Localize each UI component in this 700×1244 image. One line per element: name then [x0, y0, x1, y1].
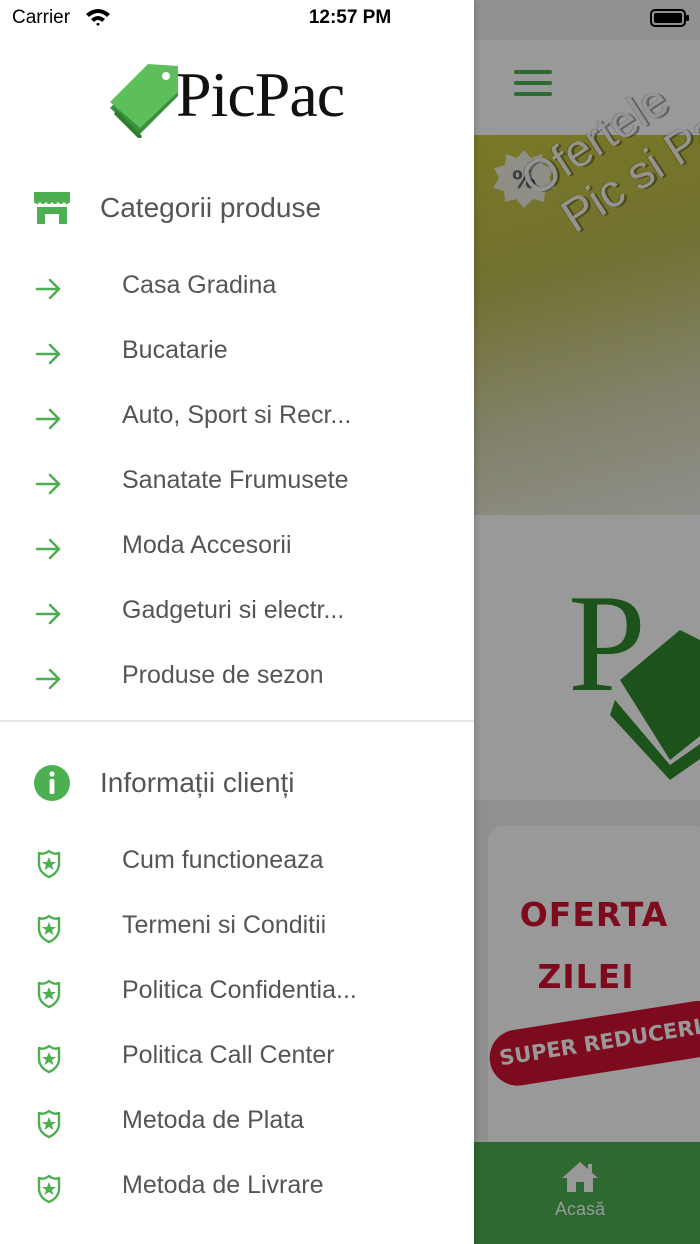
category-item-auto-sport[interactable]: Auto, Sport si Recr... [0, 386, 474, 450]
category-label: Auto, Sport si Recr... [122, 401, 352, 429]
badge-star-icon [37, 1174, 61, 1204]
arrow-right-icon [35, 603, 61, 625]
arrow-right-icon [35, 408, 61, 430]
wifi-icon [86, 9, 110, 26]
carrier-label: Carrier [12, 7, 71, 28]
badge-star-icon [37, 1109, 61, 1139]
badge-star-icon [37, 979, 61, 1009]
info-item-cum-functioneaza[interactable]: Cum functioneaza [0, 831, 474, 895]
categories-section-header: Categorii produse [0, 180, 474, 240]
info-label: Politica Call Center [122, 1041, 335, 1069]
arrow-right-icon [35, 538, 61, 560]
arrow-right-icon [35, 278, 61, 300]
category-item-bucatarie[interactable]: Bucatarie [0, 321, 474, 385]
category-item-sanatate-frumusete[interactable]: Sanatate Frumusete [0, 451, 474, 515]
info-icon [34, 765, 70, 801]
price-tag-icon [110, 64, 178, 138]
info-label: Termeni si Conditii [122, 911, 327, 939]
badge-star-icon [37, 914, 61, 944]
category-label: Sanatate Frumusete [122, 466, 349, 494]
badge-star-icon [37, 1044, 61, 1074]
category-item-gadgeturi[interactable]: Gadgeturi si electr... [0, 581, 474, 645]
badge-star-icon [37, 849, 61, 879]
info-label: Cum functioneaza [122, 846, 324, 874]
info-section-header: Informații clienți [0, 755, 474, 815]
info-label: Politica Confidentia... [122, 976, 357, 1004]
category-label: Casa Gradina [122, 271, 277, 299]
arrow-right-icon [35, 473, 61, 495]
section-divider [0, 720, 474, 722]
category-label: Gadgeturi si electr... [122, 596, 345, 624]
info-item-metoda-plata[interactable]: Metoda de Plata [0, 1091, 474, 1155]
category-label: Bucatarie [122, 336, 228, 364]
category-label: Moda Accesorii [122, 531, 292, 559]
brand-name: PicPac [176, 59, 345, 130]
category-item-casa-gradina[interactable]: Casa Gradina [0, 256, 474, 320]
arrow-right-icon [35, 343, 61, 365]
store-icon [34, 192, 70, 224]
arrow-right-icon [35, 668, 61, 690]
battery-icon [650, 9, 689, 27]
category-item-produse-sezon[interactable]: Produse de sezon [0, 646, 474, 710]
info-item-termeni-conditii[interactable]: Termeni si Conditii [0, 896, 474, 960]
category-item-moda-accesorii[interactable]: Moda Accesorii [0, 516, 474, 580]
info-item-metoda-livrare[interactable]: Metoda de Livrare [0, 1156, 474, 1220]
navigation-drawer: Carrier 12:57 PM PicPac Categorii produs… [0, 0, 474, 1244]
category-label: Produse de sezon [122, 661, 324, 689]
brand-logo[interactable]: PicPac [108, 59, 368, 140]
info-item-politica-confidentialitate[interactable]: Politica Confidentia... [0, 961, 474, 1025]
categories-title: Categorii produse [100, 192, 322, 223]
info-item-politica-call-center[interactable]: Politica Call Center [0, 1026, 474, 1090]
status-time: 12:57 PM [308, 7, 392, 28]
info-label: Metoda de Plata [122, 1106, 305, 1134]
info-label: Metoda de Livrare [122, 1171, 324, 1199]
info-title: Informații clienți [100, 767, 295, 798]
